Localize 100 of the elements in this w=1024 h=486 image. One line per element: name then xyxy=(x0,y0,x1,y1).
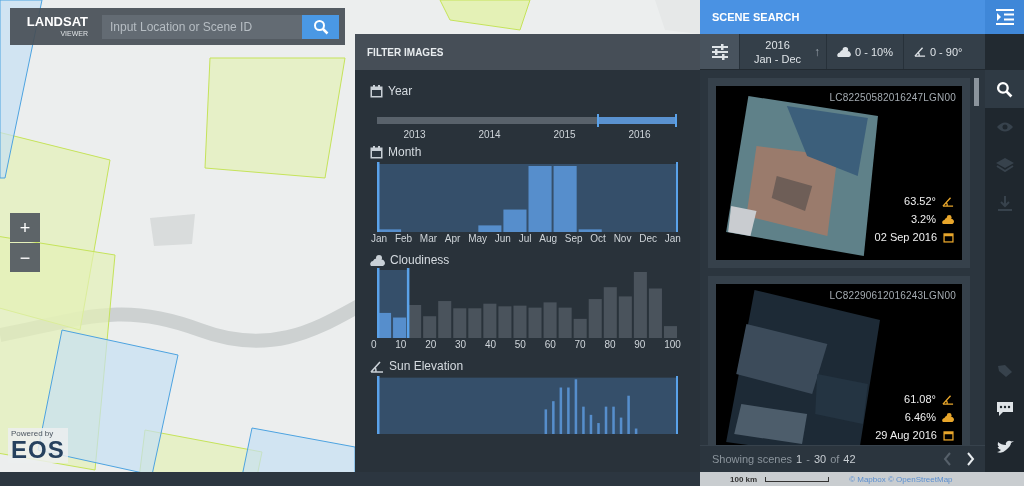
scale-label: 100 km xyxy=(730,474,758,484)
axis-label: 40 xyxy=(484,339,497,350)
cloud-icon xyxy=(942,214,954,225)
cloud-filter: 0 - 10% xyxy=(855,45,893,58)
indent-icon xyxy=(995,9,1014,25)
cloud-value: 6.46% xyxy=(904,410,936,425)
calendar-icon xyxy=(370,145,383,159)
panel-toggle-button[interactable] xyxy=(985,0,1024,34)
histogram-bar xyxy=(552,401,555,434)
histogram-bar xyxy=(544,409,548,434)
selection-range[interactable] xyxy=(377,270,408,338)
scene-card[interactable]: LC82290612016243LGN00 61.08° 6.46% 29 Aug 2016 xyxy=(708,276,970,445)
tag-icon xyxy=(996,364,1013,378)
cloud-icon xyxy=(837,45,851,58)
slider-handle[interactable] xyxy=(377,162,380,232)
histogram-bar xyxy=(597,423,600,434)
cloud-value: 3.2% xyxy=(910,212,936,227)
axis-label: 80 xyxy=(604,339,616,350)
scene-date: 29 Aug 2016 xyxy=(875,428,937,443)
sun-elevation-value: 63.52° xyxy=(904,194,936,209)
scene-date: 02 Sep 2016 xyxy=(874,230,937,245)
axis-label: Jan xyxy=(371,233,388,244)
month-filter: Jan - Dec xyxy=(754,51,802,66)
axis-label: Mar xyxy=(419,233,438,244)
slider-handle[interactable] xyxy=(377,268,380,338)
histogram-bar xyxy=(468,308,482,338)
panel-title: SCENE SEARCH xyxy=(712,11,800,23)
eye-icon xyxy=(995,121,1014,133)
angle-icon xyxy=(370,359,384,373)
search-tool-button[interactable] xyxy=(985,70,1024,108)
sort-button[interactable]: ↑ xyxy=(814,44,820,59)
year-filter: 2016 xyxy=(765,37,790,52)
histogram-bar xyxy=(612,406,615,434)
histogram-bar xyxy=(543,302,557,338)
slider-handle[interactable] xyxy=(676,376,678,434)
calendar-icon xyxy=(943,430,954,441)
sun-filter: 0 - 90° xyxy=(929,45,963,58)
bird-icon xyxy=(995,439,1014,455)
histogram-bar xyxy=(559,387,563,434)
angle-icon xyxy=(942,394,954,405)
axis-label: Apr xyxy=(444,233,461,244)
axis-label: Nov xyxy=(613,233,632,244)
histogram-bar xyxy=(604,406,608,434)
filter-button[interactable] xyxy=(700,34,739,69)
sliders-icon xyxy=(710,43,729,60)
scale-bar xyxy=(765,476,830,482)
slider-handle[interactable] xyxy=(675,114,677,127)
scene-id: LC82290612016243LGN00 xyxy=(829,290,956,301)
histogram-bar xyxy=(453,308,467,338)
axis-label: 2016 xyxy=(628,129,651,140)
selection-range[interactable] xyxy=(377,377,678,434)
calendar-icon xyxy=(943,232,954,243)
axis-label: 30 xyxy=(455,339,467,350)
axis-label: 2013 xyxy=(403,129,426,140)
histogram-bar xyxy=(574,379,578,434)
histogram-bar xyxy=(634,428,638,434)
layers-icon xyxy=(995,158,1014,172)
year-slider[interactable] xyxy=(377,117,676,124)
filter-label: Year xyxy=(388,84,413,98)
cloud-icon xyxy=(370,253,385,267)
axis-label: 60 xyxy=(544,339,556,350)
slider-handle[interactable] xyxy=(676,162,678,232)
axis-label: Dec xyxy=(639,233,657,244)
pagination-text: Showing scenes 1 - 30 of 42 xyxy=(712,453,857,465)
next-page-button[interactable] xyxy=(966,452,975,466)
histogram-bar xyxy=(528,307,542,338)
search-icon xyxy=(996,80,1013,98)
axis-label: 2014 xyxy=(478,129,501,140)
slider-handle[interactable] xyxy=(597,114,600,127)
filter-label: Month xyxy=(388,145,422,159)
angle-icon xyxy=(913,46,926,57)
scene-id: LC82250582016247LGN00 xyxy=(829,92,956,103)
sun-elevation-value: 61.08° xyxy=(904,392,936,407)
histogram-bar xyxy=(483,303,497,338)
filter-label: Sun Elevation xyxy=(389,359,464,373)
axis-label: 0 xyxy=(371,339,377,350)
histogram-bar xyxy=(619,417,623,434)
scene-card[interactable]: LC82250582016247LGN00 63.52° 3.2% 02 Sep 2016 xyxy=(708,78,970,268)
axis-label: 70 xyxy=(574,339,586,350)
cloud-icon xyxy=(942,412,954,423)
comment-icon xyxy=(995,401,1014,417)
axis-label: Oct xyxy=(590,233,606,244)
slider-handle[interactable] xyxy=(377,376,380,434)
axis-label: Aug xyxy=(539,233,558,244)
axis-label: 2015 xyxy=(553,129,576,140)
histogram-bar xyxy=(513,305,527,338)
axis-label: Jul xyxy=(518,233,532,244)
histogram-bar xyxy=(378,229,402,232)
axis-label: May xyxy=(468,233,488,244)
histogram-bar xyxy=(498,306,512,338)
axis-label: 90 xyxy=(634,339,646,350)
histogram-bar xyxy=(603,287,617,338)
slider-handle[interactable] xyxy=(406,268,410,338)
axis-label: Feb xyxy=(394,233,413,244)
scrollbar[interactable] xyxy=(974,78,979,106)
selection-range[interactable] xyxy=(377,164,678,232)
axis-label: 10 xyxy=(395,339,407,350)
histogram-bar xyxy=(589,414,593,434)
axis-label: Jun xyxy=(494,233,511,244)
axis-label: 20 xyxy=(425,339,437,350)
